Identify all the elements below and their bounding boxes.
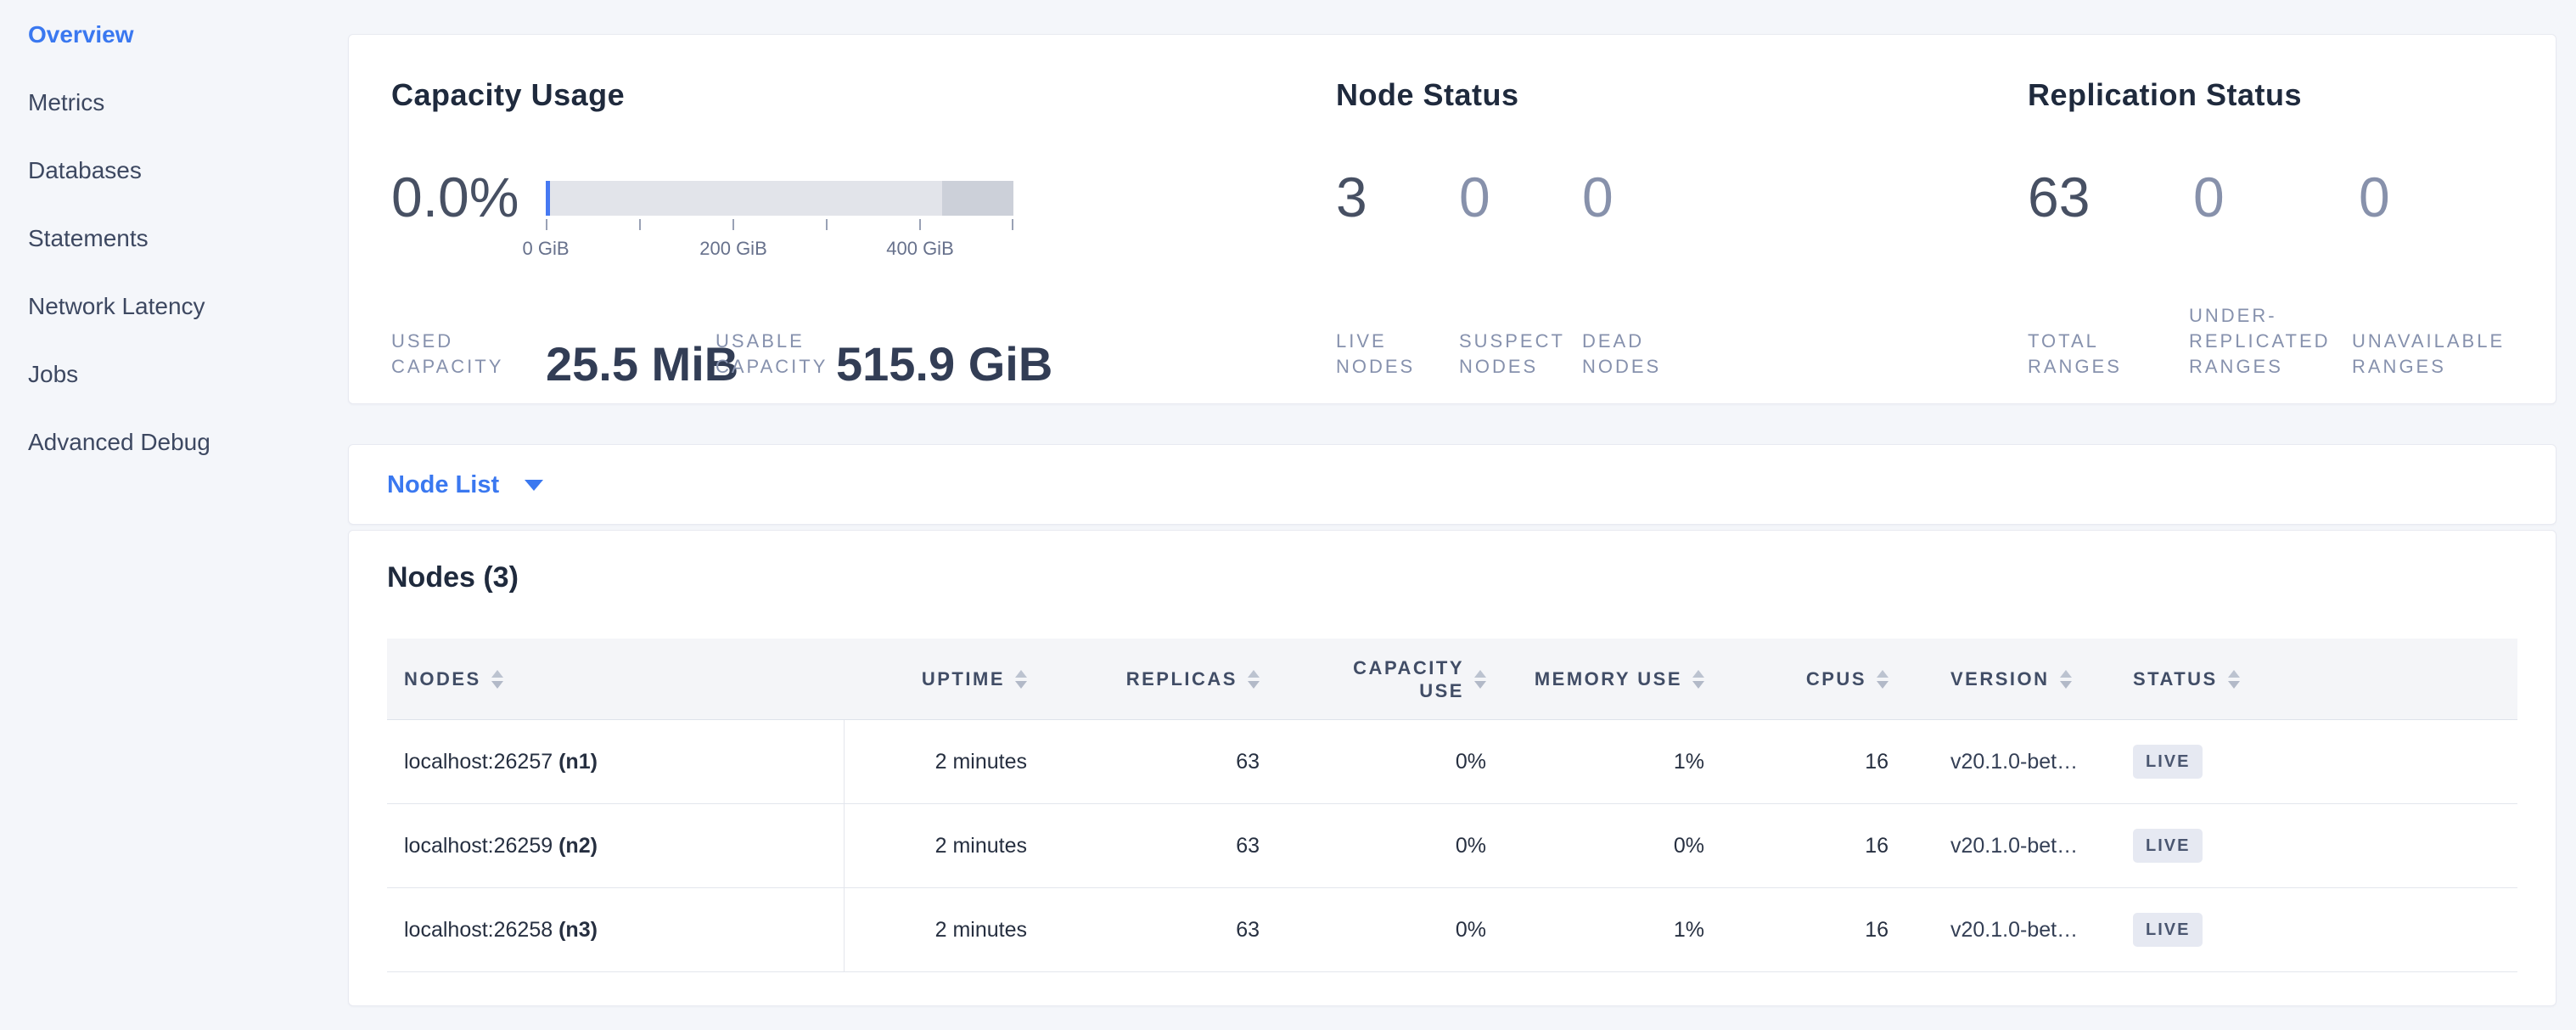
suspect-nodes-label: SUSPECT NODES: [1459, 329, 1578, 380]
live-nodes-count: 3: [1336, 169, 1367, 225]
replicas-cell: 63: [1047, 804, 1279, 888]
view-selector-card: Node List: [348, 444, 2556, 525]
node-address-cell[interactable]: localhost:26257 (n1): [387, 720, 844, 804]
capacity-use-cell: 0%: [1279, 888, 1506, 972]
column-header-nodes[interactable]: NODES: [387, 639, 844, 720]
node-address[interactable]: localhost:26258: [404, 918, 553, 942]
memory-use-cell: 0%: [1506, 804, 1724, 888]
status-badge: LIVE: [2133, 913, 2203, 947]
sidebar-item[interactable]: Advanced Debug: [28, 429, 210, 456]
sort-icon[interactable]: [1877, 670, 1889, 689]
node-list-dropdown[interactable]: Node List: [387, 445, 543, 526]
table-row: localhost:26259 (n2) 2 minutes 63 0% 0% …: [387, 804, 2517, 888]
used-capacity-value: 25.5 MiB: [546, 337, 738, 391]
column-header-memory-use[interactable]: MEMORY USE: [1506, 639, 1724, 720]
nodes-table-card: Nodes (3) NODES UPTIME: [348, 530, 2556, 1006]
memory-use-cell: 1%: [1506, 720, 1724, 804]
axis-label-400gib: 400 GiB: [886, 238, 954, 260]
axis-label-200gib: 200 GiB: [699, 238, 767, 260]
sort-icon[interactable]: [1248, 670, 1260, 689]
table-header-row: NODES UPTIME REPLICAS CAPACITY USE: [387, 639, 2517, 720]
node-id: (n3): [558, 918, 598, 942]
cpus-cell: 16: [1724, 720, 1908, 804]
node-status-title: Node Status: [1336, 77, 1519, 113]
node-address[interactable]: localhost:26257: [404, 750, 553, 774]
node-id: (n1): [558, 750, 598, 774]
memory-use-cell: 1%: [1506, 888, 1724, 972]
dead-nodes-count: 0: [1582, 169, 1614, 225]
capacity-usage-title: Capacity Usage: [391, 77, 625, 113]
capacity-bar-reserved-segment: [942, 181, 1013, 216]
capacity-usage-bar: [546, 181, 1013, 216]
sidebar-item[interactable]: Statements: [28, 225, 210, 252]
cpus-cell: 16: [1724, 888, 1908, 972]
suspect-nodes-count: 0: [1459, 169, 1490, 225]
under-replicated-ranges-label: UNDER-REPLICATED RANGES: [2189, 303, 2346, 380]
capacity-axis-ticks: [546, 219, 1013, 231]
table-row: localhost:26257 (n1) 2 minutes 63 0% 1% …: [387, 720, 2517, 804]
usable-capacity-value: 515.9 GiB: [836, 337, 1052, 391]
capacity-bar-used-segment: [546, 181, 550, 216]
sort-icon[interactable]: [2228, 670, 2240, 689]
sidebar-nav-list: Overview Metrics Databases Statements Ne…: [28, 21, 210, 497]
sort-icon[interactable]: [2060, 670, 2072, 689]
status-cell: LIVE: [2112, 888, 2517, 972]
sort-icon[interactable]: [1474, 670, 1486, 689]
used-capacity-label: USED CAPACITY: [391, 329, 519, 380]
uptime-cell: 2 minutes: [844, 720, 1047, 804]
capacity-use-cell: 0%: [1279, 804, 1506, 888]
total-ranges-label: TOTAL RANGES: [2028, 329, 2138, 380]
node-address-cell[interactable]: localhost:26258 (n3): [387, 888, 844, 972]
unavailable-ranges-count: 0: [2359, 169, 2390, 225]
node-address-cell[interactable]: localhost:26259 (n2): [387, 804, 844, 888]
status-cell: LIVE: [2112, 804, 2517, 888]
replicas-cell: 63: [1047, 720, 1279, 804]
version-cell: v20.1.0-bet…: [1908, 804, 2112, 888]
node-list-dropdown-label: Node List: [387, 471, 499, 499]
uptime-cell: 2 minutes: [844, 888, 1047, 972]
capacity-used-percent: 0.0%: [391, 169, 519, 225]
status-badge: LIVE: [2133, 829, 2203, 863]
node-address[interactable]: localhost:26259: [404, 834, 553, 858]
sort-icon[interactable]: [491, 670, 503, 689]
sort-icon[interactable]: [1015, 670, 1027, 689]
sort-icon[interactable]: [1692, 670, 1704, 689]
dead-nodes-label: DEAD NODES: [1582, 329, 1675, 380]
table-row: localhost:26258 (n3) 2 minutes 63 0% 1% …: [387, 888, 2517, 972]
column-header-version[interactable]: VERSION: [1908, 639, 2112, 720]
nodes-table: NODES UPTIME REPLICAS CAPACITY USE: [387, 639, 2517, 972]
sidebar-item[interactable]: Databases: [28, 157, 210, 184]
cpus-cell: 16: [1724, 804, 1908, 888]
version-cell: v20.1.0-bet…: [1908, 720, 2112, 804]
capacity-use-cell: 0%: [1279, 720, 1506, 804]
version-cell: v20.1.0-bet…: [1908, 888, 2112, 972]
column-header-cpus[interactable]: CPUS: [1724, 639, 1908, 720]
cluster-summary-card: Capacity Usage 0.0% 0 GiB 200 GiB 400 Gi…: [348, 34, 2556, 404]
uptime-cell: 2 minutes: [844, 804, 1047, 888]
total-ranges-count: 63: [2028, 169, 2090, 225]
sidebar-item[interactable]: Metrics: [28, 89, 210, 116]
node-id: (n2): [558, 834, 598, 858]
unavailable-ranges-label: UNAVAILABLE RANGES: [2352, 329, 2530, 380]
live-nodes-label: LIVE NODES: [1336, 329, 1429, 380]
column-header-uptime[interactable]: UPTIME: [844, 639, 1047, 720]
nodes-section-title: Nodes (3): [387, 561, 519, 594]
replicas-cell: 63: [1047, 888, 1279, 972]
sidebar-item[interactable]: Jobs: [28, 361, 210, 388]
replication-status-title: Replication Status: [2028, 77, 2302, 113]
column-header-status[interactable]: STATUS: [2112, 639, 2517, 720]
chevron-down-icon: [525, 480, 543, 491]
sidebar-item[interactable]: Network Latency: [28, 293, 210, 320]
column-header-capacity-use[interactable]: CAPACITY USE: [1279, 639, 1506, 720]
axis-label-0gib: 0 GiB: [522, 238, 569, 260]
column-header-replicas[interactable]: REPLICAS: [1047, 639, 1279, 720]
status-badge: LIVE: [2133, 745, 2203, 779]
sidebar-item[interactable]: Overview: [28, 21, 210, 48]
sidebar: Overview Metrics Databases Statements Ne…: [0, 0, 340, 1030]
status-cell: LIVE: [2112, 720, 2517, 804]
under-replicated-ranges-count: 0: [2193, 169, 2225, 225]
